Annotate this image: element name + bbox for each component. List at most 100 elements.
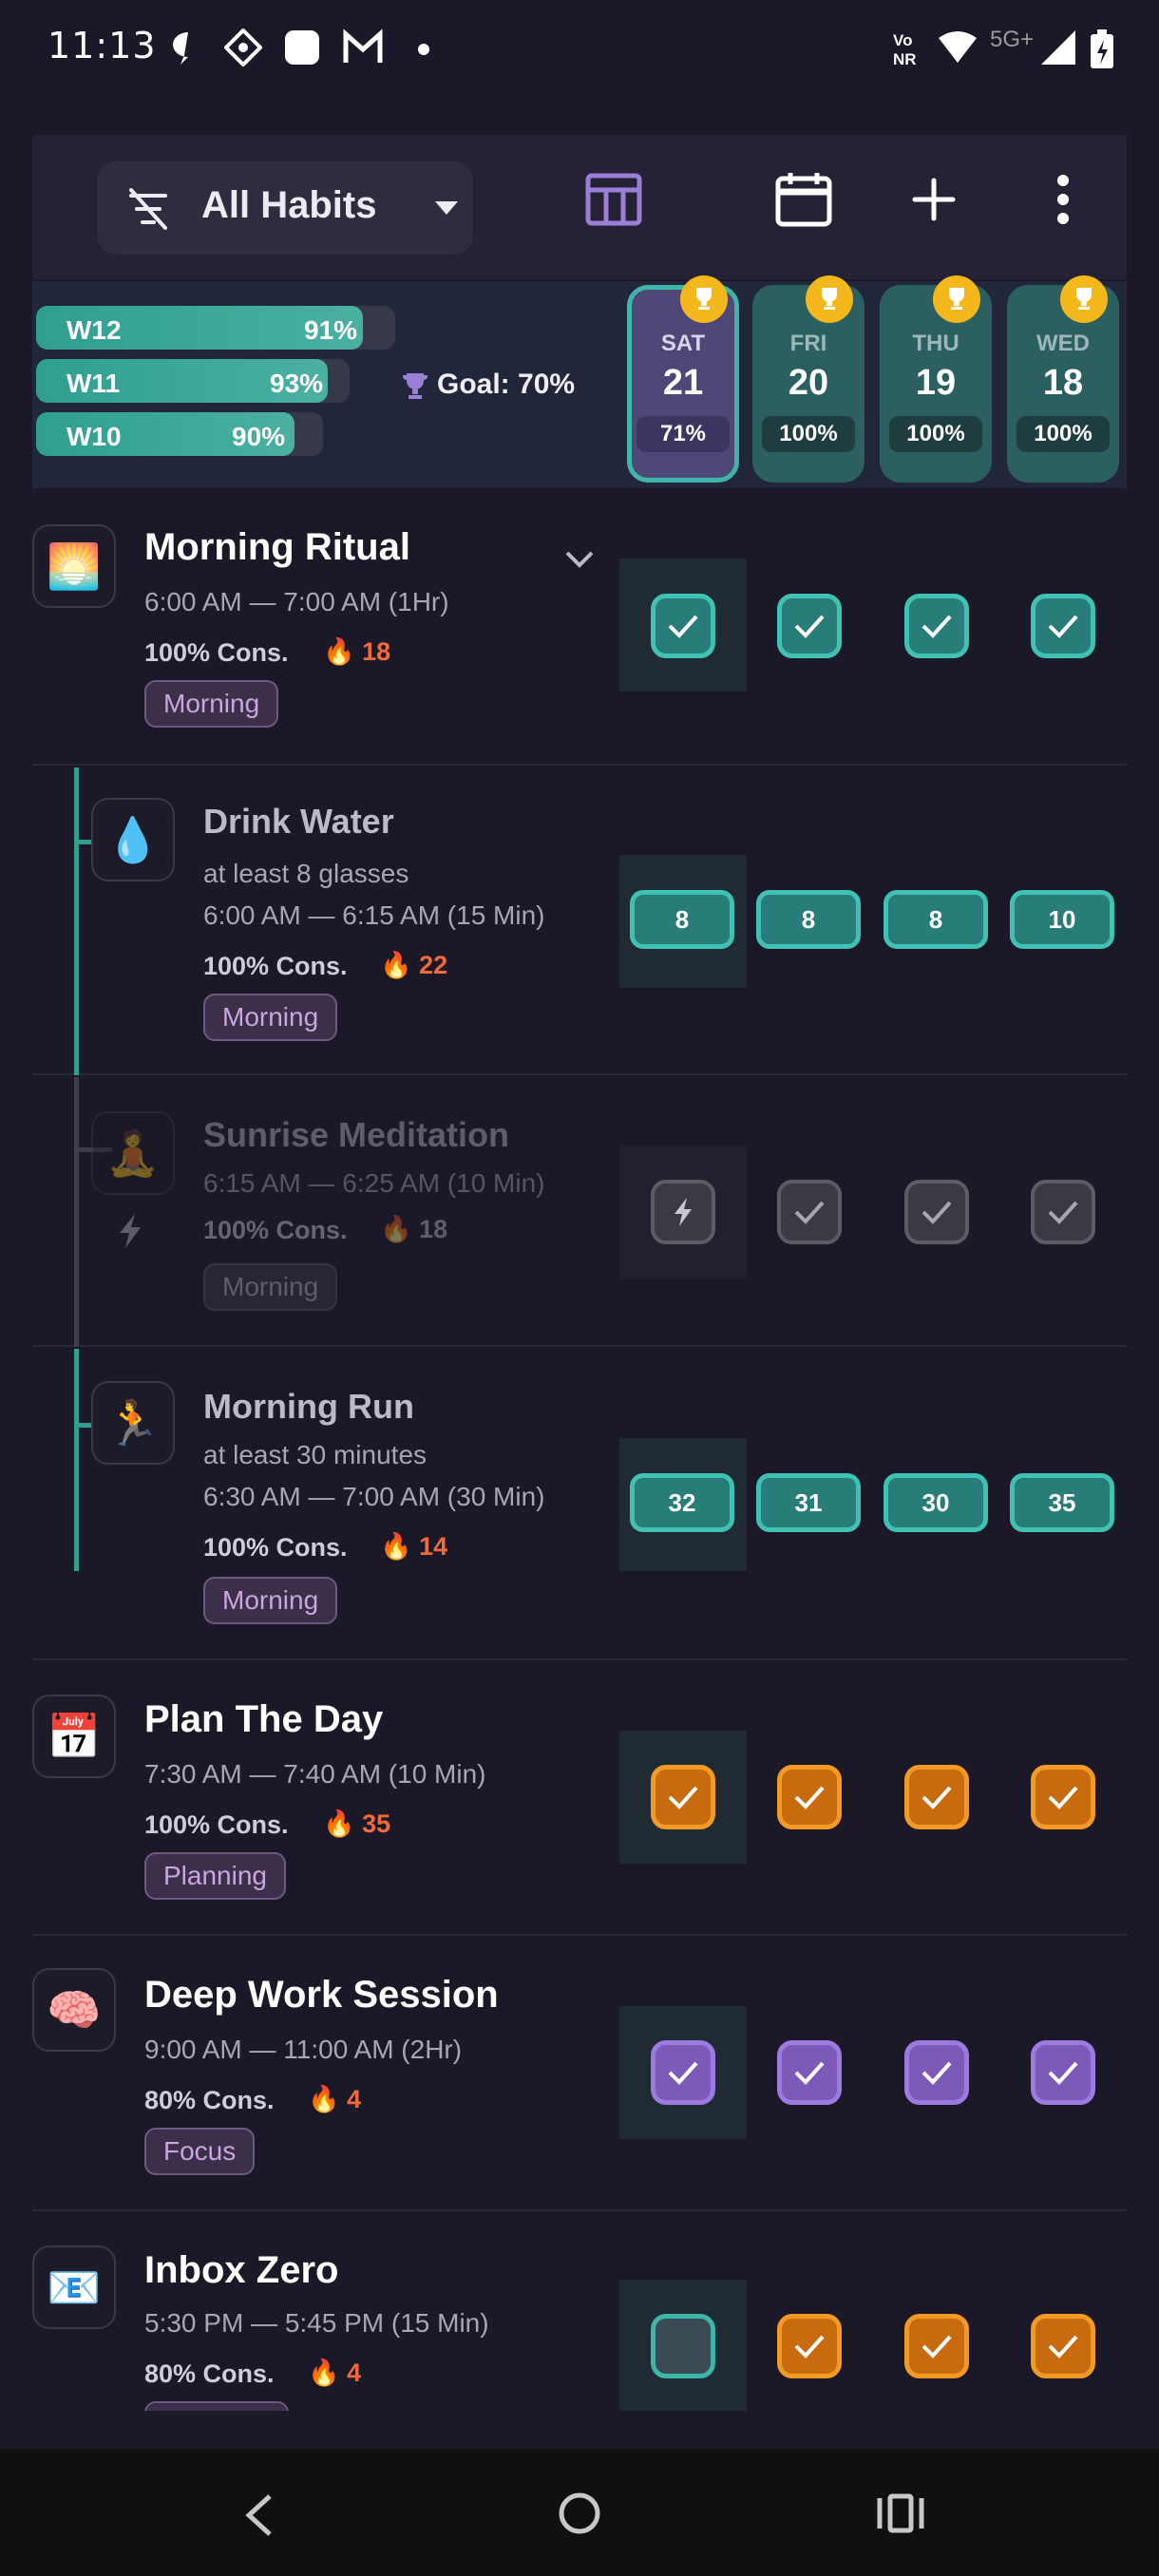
habit-row-plan-the-day[interactable]: 📅 Plan The Day 7:30 AM — 7:40 AM (10 Min… xyxy=(32,1662,1127,1936)
status-time: 11:13 xyxy=(48,25,157,66)
check-cell-wed[interactable] xyxy=(1031,1765,1095,1829)
svg-text:NR: NR xyxy=(893,50,917,68)
check-cell-fri[interactable] xyxy=(777,1765,842,1829)
habit-consistency: 100% Cons. xyxy=(203,952,348,980)
week-label: W12 xyxy=(66,315,122,345)
habit-consistency: 100% Cons. xyxy=(144,638,289,667)
back-icon[interactable] xyxy=(241,2492,276,2538)
fire-icon: 🔥 xyxy=(323,1809,355,1838)
sunrise-icon: 🌅 xyxy=(32,524,116,608)
check-cell-fri[interactable] xyxy=(777,2040,842,2105)
week-label: W11 xyxy=(66,369,121,398)
habit-title: Morning Run xyxy=(203,1387,414,1426)
system-nav-bar xyxy=(0,2449,1159,2576)
day-percent: 100% xyxy=(889,416,982,452)
check-cell-fri[interactable] xyxy=(777,1180,842,1244)
habit-row-sunrise-meditation[interactable]: 🧘 Sunrise Meditation 6:15 AM — 6:25 AM (… xyxy=(32,1077,1127,1347)
filter-off-icon xyxy=(129,188,167,230)
value-cell-fri[interactable]: 31 xyxy=(756,1473,861,1532)
streak-value: 18 xyxy=(362,637,391,666)
streak-value: 35 xyxy=(362,1809,391,1838)
week-bar-w11[interactable]: W11 93% xyxy=(36,359,350,403)
streak-value: 4 xyxy=(347,2358,362,2387)
week-summary-band: W12 91% W11 93% W10 90% Goal: 70% SAT 21… xyxy=(32,275,1127,488)
chevron-down-icon[interactable] xyxy=(564,549,595,570)
streak-value: 14 xyxy=(419,1532,448,1561)
check-cell-thu[interactable] xyxy=(904,2040,969,2105)
habit-time: 7:30 AM — 7:40 AM (10 Min) xyxy=(144,1759,486,1789)
habit-filter-dropdown[interactable]: All Habits xyxy=(97,161,473,255)
check-cell-wed[interactable] xyxy=(1031,1180,1095,1244)
habit-consistency: 100% Cons. xyxy=(203,1216,348,1244)
habit-title: Morning Ritual xyxy=(144,526,410,568)
skip-cell-sat[interactable] xyxy=(651,1180,715,1244)
table-view-icon[interactable] xyxy=(585,171,642,228)
habit-title: Deep Work Session xyxy=(144,1974,499,2016)
wifi-icon xyxy=(939,31,977,63)
check-cell-fri[interactable] xyxy=(777,2314,842,2378)
check-cell-wed[interactable] xyxy=(1031,2314,1095,2378)
streak-count: 🔥 4 xyxy=(308,2084,361,2114)
trophy-badge-icon xyxy=(680,275,728,323)
habit-title: Sunrise Meditation xyxy=(203,1115,510,1154)
running-icon: 🏃 xyxy=(91,1381,175,1465)
week-percent: 91% xyxy=(304,315,358,345)
habit-time: 9:00 AM — 11:00 AM (2Hr) xyxy=(144,2035,463,2064)
goal-label: Goal: 70% xyxy=(437,369,576,400)
app-square-icon xyxy=(285,30,319,65)
check-cell-thu[interactable] xyxy=(904,2314,969,2378)
streak-count: 🔥 4 xyxy=(308,2358,361,2388)
lightning-icon xyxy=(120,1214,141,1248)
check-cell-fri[interactable] xyxy=(777,594,842,658)
week-bar-w12[interactable]: W12 91% xyxy=(36,306,395,350)
value-cell-wed[interactable]: 35 xyxy=(1010,1473,1114,1532)
home-icon[interactable] xyxy=(557,2491,602,2536)
value-cell-sat[interactable]: 8 xyxy=(630,890,734,949)
value-cell-wed[interactable]: 10 xyxy=(1010,890,1114,949)
habit-time: 6:30 AM — 7:00 AM (30 Min) xyxy=(203,1482,545,1511)
value-cell-fri[interactable]: 8 xyxy=(756,890,861,949)
fire-icon: 🔥 xyxy=(380,951,412,979)
value-cell-thu[interactable]: 30 xyxy=(884,1473,988,1532)
habit-row-morning-run[interactable]: 🏃 Morning Run at least 30 minutes 6:30 A… xyxy=(32,1349,1127,1660)
more-vert-icon[interactable] xyxy=(1049,171,1077,228)
streak-value: 22 xyxy=(419,951,448,979)
check-cell-thu[interactable] xyxy=(904,1180,969,1244)
check-cell-thu[interactable] xyxy=(904,594,969,658)
calendar-icon: 📅 xyxy=(32,1695,116,1778)
habit-row-morning-ritual[interactable]: 🌅 Morning Ritual 6:00 AM — 7:00 AM (1Hr)… xyxy=(32,490,1127,766)
recents-icon[interactable] xyxy=(876,2492,925,2534)
diamond-app-icon xyxy=(224,28,262,66)
calendar-icon[interactable] xyxy=(775,171,832,228)
check-cell-sat[interactable] xyxy=(651,1765,715,1829)
fire-icon: 🔥 xyxy=(323,637,355,666)
habit-row-inbox-zero[interactable]: 📧 Inbox Zero 5:30 PM — 5:45 PM (15 Min) … xyxy=(32,2213,1127,2411)
add-icon[interactable] xyxy=(910,171,958,228)
check-cell-wed[interactable] xyxy=(1031,2040,1095,2105)
chevron-down-icon xyxy=(435,201,458,215)
week-percent: 93% xyxy=(270,369,324,398)
habit-title: Drink Water xyxy=(203,802,394,841)
value-cell-thu[interactable]: 8 xyxy=(884,890,988,949)
day-percent: 71% xyxy=(636,416,730,452)
habit-row-drink-water[interactable]: 💧 Drink Water at least 8 glasses 6:00 AM… xyxy=(32,767,1127,1075)
habit-title: Plan The Day xyxy=(144,1698,384,1740)
day-name: THU xyxy=(912,331,960,356)
trophy-icon xyxy=(403,373,428,399)
gmail-icon xyxy=(343,28,383,63)
week-bar-w10[interactable]: W10 90% xyxy=(36,412,323,456)
check-cell-sat[interactable] xyxy=(651,594,715,658)
day-name: WED xyxy=(1036,331,1090,356)
habit-time: 5:30 PM — 5:45 PM (15 Min) xyxy=(144,2308,489,2338)
check-cell-sat[interactable] xyxy=(651,2314,715,2378)
check-cell-thu[interactable] xyxy=(904,1765,969,1829)
network-type: 5G+ xyxy=(990,27,1035,52)
habit-consistency: 80% Cons. xyxy=(144,2359,275,2388)
day-date: 21 xyxy=(662,363,704,403)
check-cell-wed[interactable] xyxy=(1031,594,1095,658)
habit-tag: Planning xyxy=(144,1852,286,1900)
value-cell-sat[interactable]: 32 xyxy=(630,1473,734,1532)
habit-row-deep-work-session[interactable]: 🧠 Deep Work Session 9:00 AM — 11:00 AM (… xyxy=(32,1938,1127,2211)
habit-tag: Morning xyxy=(203,1577,338,1624)
check-cell-sat[interactable] xyxy=(651,2040,715,2105)
